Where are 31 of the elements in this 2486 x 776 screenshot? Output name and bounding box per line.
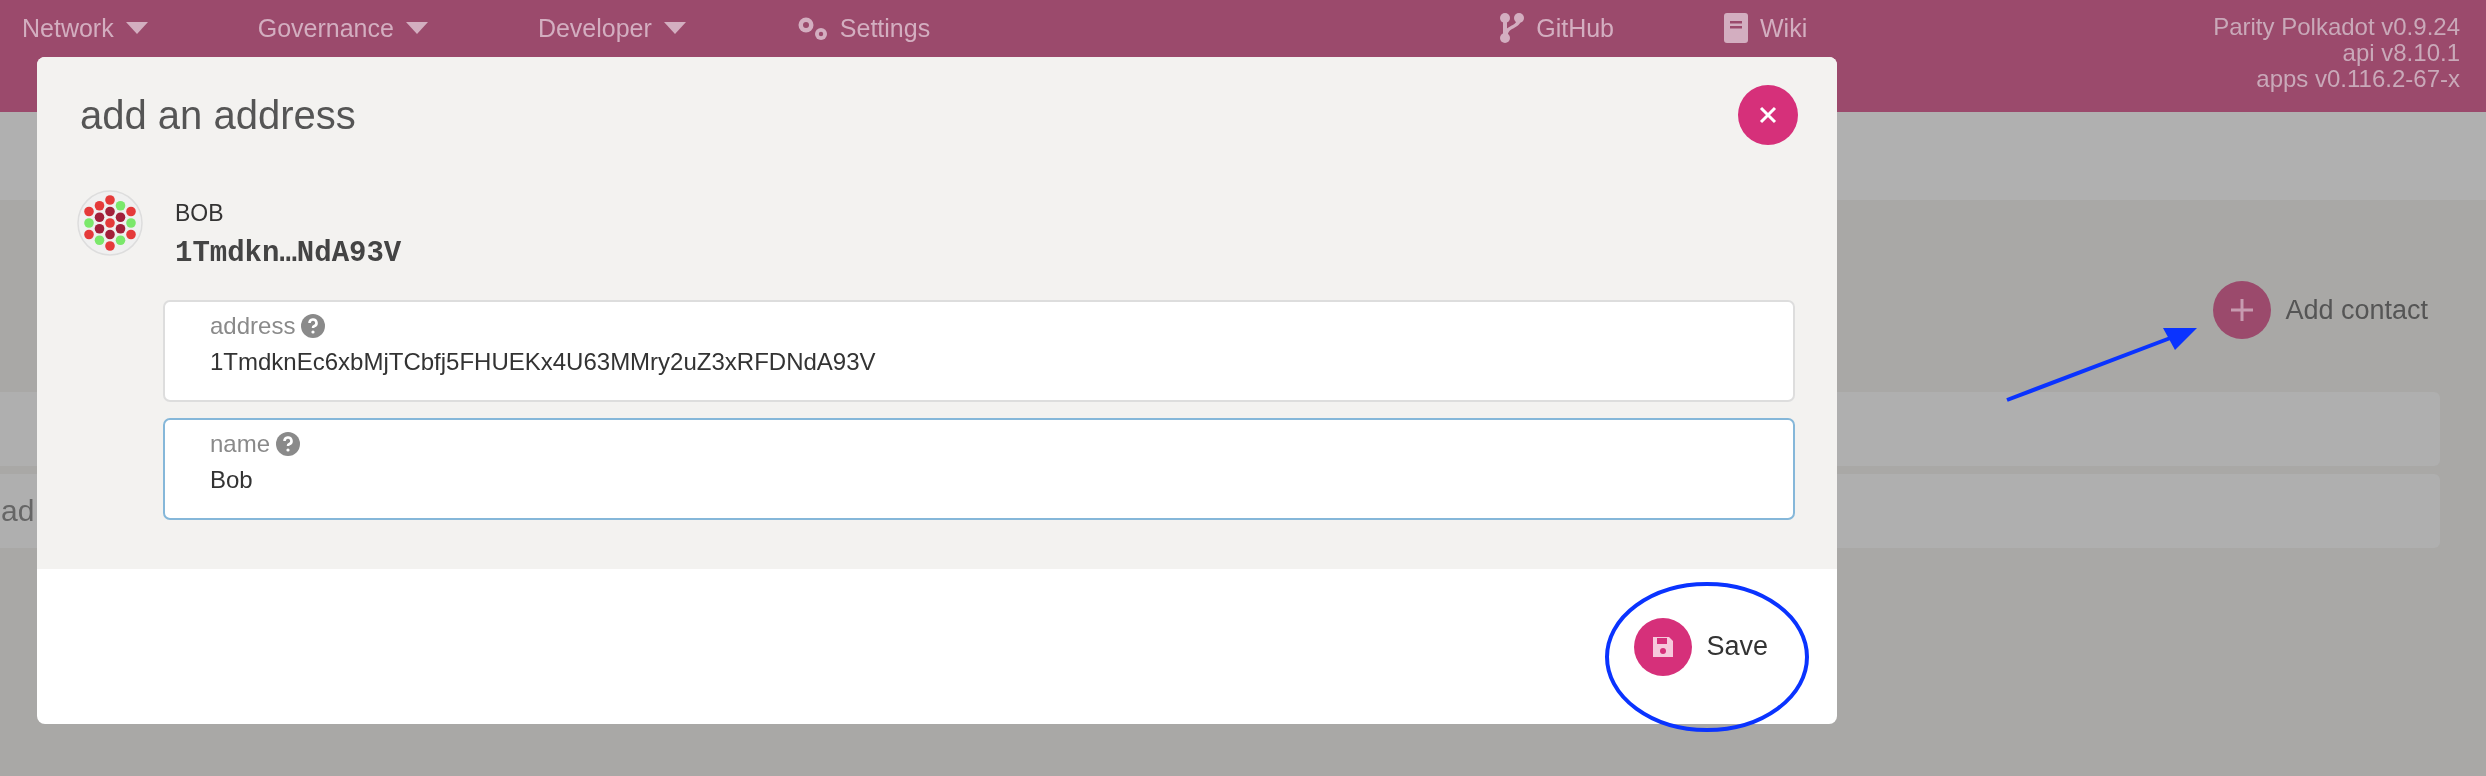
version-text: api v8.10.1 — [2342, 40, 2460, 66]
nav-menu[interactable]: GitHub — [1500, 13, 1614, 43]
account-name: BOB — [175, 200, 225, 227]
add-contact-button[interactable]: Add contact — [2213, 281, 2428, 339]
identicon-icon — [77, 190, 143, 256]
version-text: apps v0.116.2-67-x — [2256, 66, 2460, 92]
close-button[interactable] — [1738, 85, 1798, 145]
text-input[interactable]: Bob — [210, 466, 1748, 494]
input-field[interactable]: name Bob — [163, 418, 1795, 520]
modal-title: add an address — [80, 92, 356, 138]
caret-icon — [125, 22, 148, 34]
row-text: ad — [1, 494, 35, 528]
book-icon — [1724, 13, 1748, 43]
caret-icon — [405, 22, 428, 34]
field-label: name — [210, 430, 271, 458]
plus-icon — [2213, 281, 2272, 339]
help-icon — [301, 314, 326, 338]
nav-menu[interactable]: Settings — [795, 13, 931, 43]
version-text: Parity Polkadot v0.9.24 — [2213, 14, 2460, 40]
nav-menu[interactable]: Network — [22, 13, 148, 43]
caret-icon — [663, 22, 686, 34]
nav-menu[interactable]: Wiki — [1724, 13, 1808, 43]
nav-menu[interactable]: Developer — [537, 13, 686, 43]
close-icon — [1758, 105, 1778, 125]
help-icon — [276, 432, 301, 456]
field-label: address — [210, 312, 296, 340]
input-field[interactable]: address 1TmdknEc6xbMjTCbfj5FHUEKx4U63MMry2uZ3xRFDNdA93V — [163, 300, 1795, 402]
account-address: 1Tmdkn…NdA93V — [175, 237, 402, 270]
branch-icon — [1500, 13, 1525, 43]
nav-menu[interactable]: Governance — [257, 13, 428, 43]
text-input[interactable]: 1TmdknEc6xbMjTCbfj5FHUEKx4U63MMry2uZ3xRFDNdA93V — [210, 348, 1748, 376]
